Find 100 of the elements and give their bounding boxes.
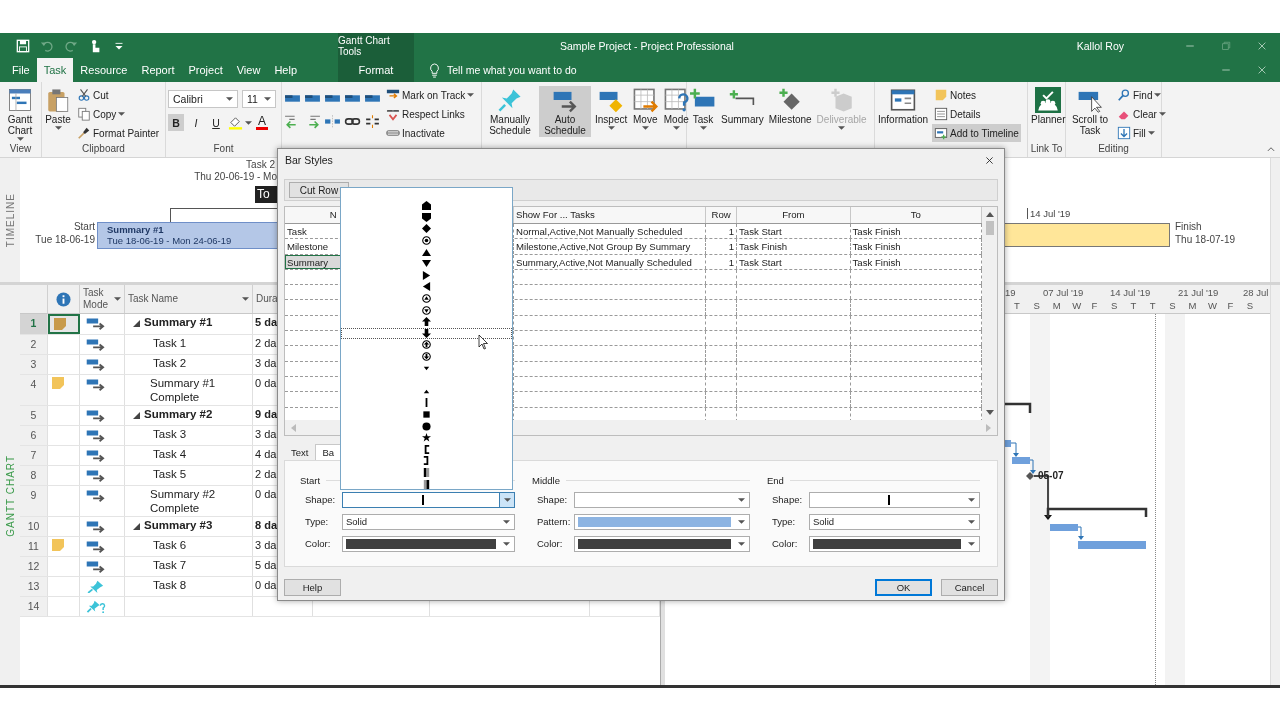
scrollbar[interactable] [982,207,997,420]
column-header[interactable]: Show For ... Tasks [514,207,707,223]
shape-option[interactable] [341,327,512,340]
shape-dropdown[interactable] [809,491,980,508]
ribbon-button[interactable]: Notes [932,86,1021,104]
row-number[interactable]: 14 [20,597,48,616]
ribbon-button[interactable]: Details [932,105,1021,123]
row-number[interactable]: 3 [20,355,48,374]
dialog-button[interactable]: Help [284,579,341,596]
icon-button[interactable] [364,113,381,130]
ribbon-button[interactable]: Planner [1030,86,1067,126]
row-number[interactable]: 4 [20,375,48,405]
ribbon-tab[interactable]: Project [181,58,230,82]
color-dropdown[interactable] [342,535,515,552]
table-cell[interactable]: Summary [285,254,342,269]
color-dropdown[interactable] [574,535,750,552]
day-label: F [1227,300,1234,311]
dialog-button[interactable]: Cancel [941,579,998,596]
link-check-icon [386,107,400,121]
font-color-button[interactable]: A [256,115,268,130]
ribbon-button[interactable]: Copy [75,105,162,123]
row-number[interactable]: 5 [20,406,48,425]
highlight-button[interactable] [228,115,252,130]
column-header[interactable]: Row [706,207,738,223]
ribbon-button[interactable]: Inactivate [384,124,477,142]
ribbon-button[interactable]: Mark on Track [384,86,477,104]
field-label: Shape: [536,494,569,505]
ribbon-button[interactable]: Paste [44,86,72,131]
scrollbar[interactable] [1270,158,1280,282]
color-dropdown[interactable] [809,535,980,552]
active-cell[interactable] [48,314,80,334]
ribbon-button[interactable]: Fill [1115,124,1168,142]
task-name: Task 6 [153,538,187,552]
ribbon-tab[interactable]: Task [36,58,74,82]
column-header[interactable]: Task Mode [80,285,125,313]
ribbon-button[interactable]: Milestone [767,86,813,126]
column-header[interactable]: From [737,207,851,223]
ribbon-button[interactable]: Information [877,86,929,126]
view-label: TIMELINE [4,192,16,248]
scrollbar[interactable] [1270,285,1280,685]
ribbon-button[interactable]: Respect Links [384,105,477,123]
font-field[interactable]: Calibri [168,90,238,108]
ribbon-button[interactable]: Scroll to Task [1068,86,1112,137]
shape-dropdown[interactable] [342,491,515,508]
section-title: End [767,474,784,486]
duration: 2 da [255,467,277,481]
day-label: S [1246,300,1254,311]
ribbon-button[interactable]: Format Painter [75,124,162,142]
row-number[interactable]: 6 [20,426,48,445]
ribbon-button[interactable]: Manually Schedule [484,86,536,137]
search-icon [1117,88,1131,102]
format-button[interactable]: B [168,114,184,131]
ribbon-button[interactable]: Gantt Chart [2,86,38,142]
day-label: T [1149,300,1156,311]
row-number[interactable]: 1 [20,314,48,334]
caret-icon [738,541,745,546]
ribbon-button[interactable]: Find [1115,86,1168,104]
close-icon [1256,64,1268,76]
ribbon-button[interactable]: Task [689,86,717,131]
ribbon-button[interactable]: Add to Timeline [932,124,1021,142]
dialog-tab[interactable]: Text [284,445,316,460]
table-cell: Task Finish [737,239,851,254]
task-name: Task 4 [153,447,187,461]
day-label: T [1014,300,1020,311]
ribbon-button[interactable]: Inspect [594,86,629,131]
row-number[interactable]: 10 [20,517,48,536]
dropdown-value: Solid [813,516,835,527]
field-label: Color: [536,538,564,549]
format-button[interactable]: I [188,114,204,131]
dialog-tab[interactable]: Ba [315,444,342,460]
ribbon-tab[interactable]: File [5,58,37,82]
toolbar-button[interactable]: Cut Row [289,182,349,198]
dialog-button[interactable]: OK [875,579,932,596]
ribbon-tab[interactable]: Resource [73,58,135,82]
ribbon-tab[interactable]: Report [134,58,182,82]
format-button[interactable]: U [208,114,224,131]
ribbon-button[interactable]: Move [631,86,660,131]
scroll-thumb[interactable] [985,221,994,235]
row-number[interactable]: 7 [20,446,48,465]
row-number[interactable]: 11 [20,537,48,556]
row-number[interactable]: 12 [20,557,48,576]
column-header[interactable]: Task Name [125,285,253,313]
ribbon-tab[interactable]: Help [267,58,304,82]
row-number[interactable]: 13 [20,577,48,596]
row-number[interactable]: 2 [20,335,48,354]
type-dropdown[interactable]: Solid [342,513,515,530]
pattern-dropdown[interactable] [574,513,750,530]
row-number[interactable]: 8 [20,466,48,485]
ribbon-button[interactable]: Summary [720,86,765,126]
type-dropdown[interactable]: Solid [809,513,980,530]
ribbon-button[interactable]: Clear [1115,105,1168,123]
ribbon-button[interactable]: Auto Schedule [539,86,591,137]
tell-me-field[interactable]: Tell me what you want to do [447,64,607,76]
ribbon-tab[interactable]: View [229,58,268,82]
shape-dropdown[interactable] [574,491,750,508]
user-name[interactable]: Kallol Roy [1076,39,1124,52]
ribbon-button[interactable]: Cut [75,86,162,104]
ribbon-button[interactable]: Mode [662,86,691,131]
row-number[interactable]: 9 [20,486,48,516]
size-field[interactable]: 11 [242,90,276,108]
